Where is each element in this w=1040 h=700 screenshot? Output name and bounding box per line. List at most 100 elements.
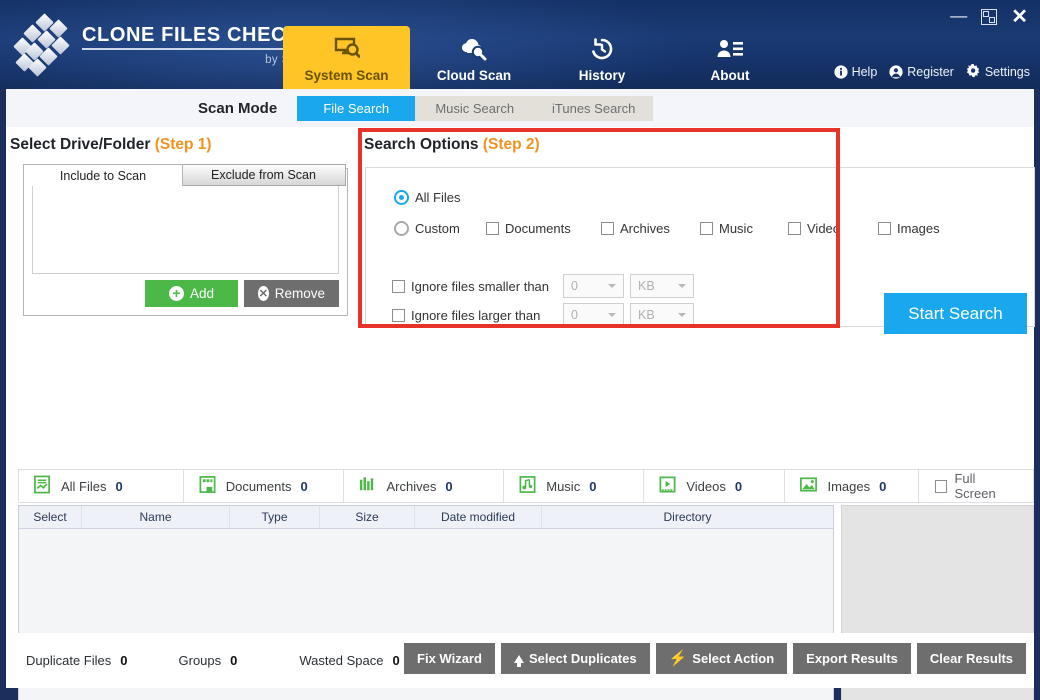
ignore-larger-unit-select[interactable]: KB: [630, 303, 694, 327]
tab-music-search[interactable]: Music Search: [415, 95, 535, 121]
settings-link[interactable]: Settings: [966, 64, 1030, 79]
start-search-button[interactable]: Start Search: [884, 293, 1027, 334]
image-icon: [799, 475, 818, 497]
main-navigation: System Scan Cloud Scan History About: [283, 26, 794, 89]
stat-label: Groups: [178, 653, 222, 668]
category-videos[interactable]: Videos 0: [644, 470, 786, 502]
monitor-search-icon: [334, 34, 360, 64]
radio-all-files-label: All Files: [415, 190, 461, 205]
export-results-button[interactable]: Export Results: [793, 643, 911, 674]
checkbox-music[interactable]: Music: [700, 221, 788, 236]
category-count: 0: [589, 478, 597, 494]
search-options-panel: Search Options (Step 2) All Files Custom: [364, 136, 1035, 334]
select-duplicates-button[interactable]: Select Duplicates: [500, 643, 650, 674]
column-header-date-modified[interactable]: Date modified: [415, 506, 542, 528]
add-button[interactable]: + Add: [145, 280, 238, 307]
drive-list[interactable]: [32, 177, 339, 274]
checkbox-documents-label: Documents: [505, 221, 571, 236]
column-header-type[interactable]: Type: [230, 506, 320, 528]
maximize-icon[interactable]: [981, 9, 998, 25]
nav-item-about[interactable]: About: [666, 26, 794, 89]
title-bar: CLONE FILES CHECKER by SORCIM — ✕: [0, 0, 1040, 89]
ignore-smaller-unit-select[interactable]: KB: [630, 274, 694, 298]
select-duplicates-label: Select Duplicates: [528, 651, 637, 666]
checkbox-ignore-larger[interactable]: Ignore files larger than: [392, 308, 557, 323]
checkbox-archives-icon: [601, 222, 614, 235]
chevron-down-icon: [608, 284, 616, 288]
help-link[interactable]: Help: [833, 64, 878, 79]
radio-custom[interactable]: Custom: [394, 221, 486, 236]
settings-label: Settings: [984, 64, 1030, 79]
radio-custom-icon: [394, 221, 409, 236]
ignore-smaller-unit: KB: [638, 279, 655, 293]
remove-button[interactable]: ✕ Remove: [244, 280, 339, 307]
category-count: 0: [734, 478, 743, 494]
header-links: Help Register Settings: [833, 64, 1030, 79]
nav-item-history[interactable]: History: [538, 26, 666, 89]
chevron-down-icon: [678, 284, 686, 288]
scan-mode-tabs: File Search Music Search iTunes Search: [297, 95, 654, 121]
clear-results-button[interactable]: Clear Results: [916, 643, 1026, 674]
nav-item-cloud-scan[interactable]: Cloud Scan: [410, 26, 538, 89]
chevron-down-icon: [608, 313, 616, 317]
ignore-larger-unit: KB: [638, 308, 655, 322]
checkbox-archives[interactable]: Archives: [601, 221, 700, 236]
tab-itunes-search[interactable]: iTunes Search: [534, 95, 654, 121]
stat-value: 0: [120, 653, 128, 668]
category-archives[interactable]: Archives 0: [344, 470, 505, 502]
fix-wizard-button[interactable]: Fix Wizard: [404, 643, 495, 674]
column-header-size[interactable]: Size: [320, 506, 415, 528]
select-action-label: Select Action: [692, 651, 775, 666]
table-header-row: Select Name Type Size Date modified Dire…: [19, 506, 833, 529]
main-content: Select Drive/Folder (Step 1) Include to …: [6, 127, 1035, 700]
close-icon[interactable]: ✕: [1011, 7, 1028, 27]
ignore-smaller-value-input[interactable]: 0: [563, 274, 624, 298]
all-files-icon: [33, 475, 52, 497]
checkbox-documents-icon: [486, 222, 499, 235]
checkbox-documents[interactable]: Documents: [486, 221, 601, 236]
plus-icon: +: [168, 286, 184, 301]
window-controls: — ✕: [950, 7, 1028, 28]
checkbox-video-label: Video: [807, 221, 841, 236]
checkbox-full-screen-icon: [934, 479, 948, 493]
stat-groups: Groups 0: [179, 653, 238, 668]
column-header-name[interactable]: Name: [82, 506, 230, 528]
checkbox-full-screen[interactable]: Full Screen: [919, 470, 1033, 502]
checkbox-images[interactable]: Images: [878, 221, 940, 236]
category-label: Images: [827, 478, 871, 494]
register-link[interactable]: Register: [889, 65, 954, 79]
category-count: 0: [445, 478, 453, 494]
step2-label: (Step 2): [482, 136, 540, 153]
ignore-larger-value-input[interactable]: 0: [563, 303, 624, 327]
category-label: Documents: [225, 478, 292, 494]
select-action-button[interactable]: ⚡ Select Action: [655, 643, 788, 674]
category-documents[interactable]: Documents 0: [184, 470, 345, 502]
tab-file-search[interactable]: File Search: [297, 95, 416, 121]
scan-mode-label: Scan Mode: [198, 99, 278, 117]
checkbox-ignore-smaller[interactable]: Ignore files smaller than: [392, 279, 557, 294]
category-music[interactable]: Music 0: [504, 470, 645, 502]
category-images[interactable]: Images 0: [785, 470, 919, 502]
category-all-files[interactable]: All Files 0: [19, 470, 184, 502]
user-icon: [889, 64, 903, 79]
checkbox-video-icon: [788, 222, 801, 235]
help-label: Help: [851, 64, 878, 79]
minimize-icon[interactable]: —: [950, 7, 967, 24]
column-header-directory[interactable]: Directory: [542, 506, 833, 528]
person-list-icon: [716, 34, 744, 64]
file-type-row: Custom Documents Archives Music Video Im…: [394, 221, 940, 236]
checkbox-video[interactable]: Video: [788, 221, 878, 236]
cloud-search-icon: [460, 34, 488, 64]
radio-all-files[interactable]: All Files: [394, 190, 461, 205]
stat-value: 0: [230, 653, 238, 668]
tab-include-to-scan[interactable]: Include to Scan: [23, 164, 183, 186]
full-screen-label: Full Screen: [954, 471, 996, 501]
column-header-select[interactable]: Select: [19, 506, 82, 528]
tab-exclude-from-scan[interactable]: Exclude from Scan: [181, 164, 346, 186]
category-label: Archives: [386, 478, 437, 494]
nav-item-system-scan[interactable]: System Scan: [283, 26, 410, 89]
gear-icon: [966, 64, 979, 78]
fix-wizard-label: Fix Wizard: [417, 651, 482, 666]
category-label: All Files: [61, 478, 107, 494]
ignore-larger-value: 0: [571, 308, 578, 322]
